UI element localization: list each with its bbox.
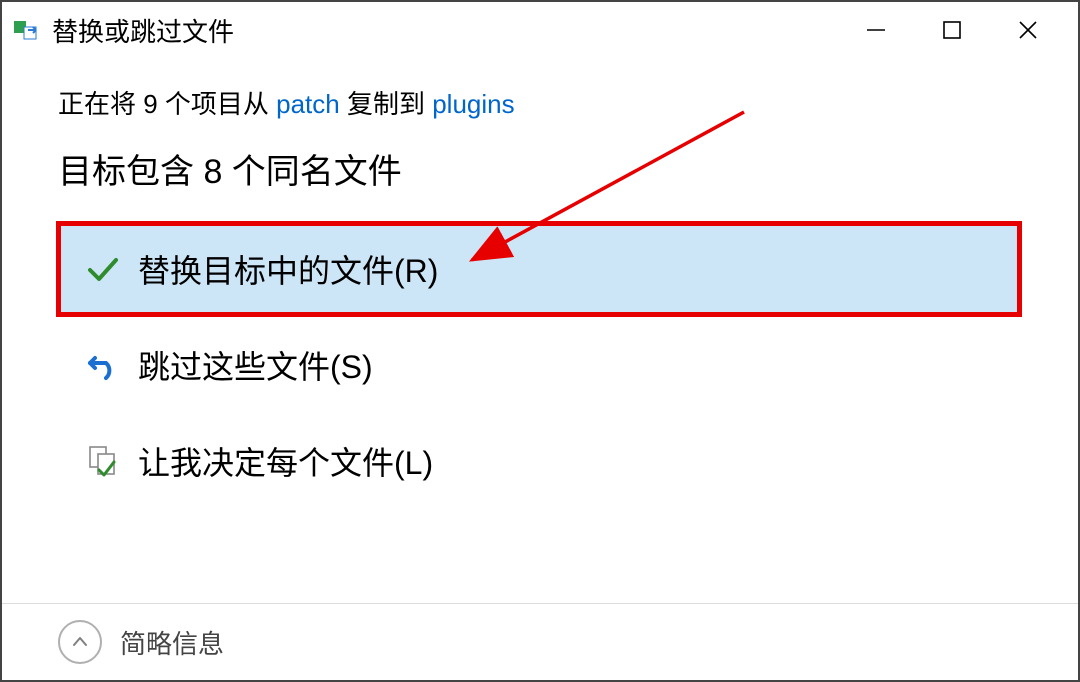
close-button[interactable] <box>1014 16 1042 44</box>
dialog-content: 正在将 9 个项目从 patch 复制到 plugins 目标包含 8 个同名文… <box>2 58 1078 509</box>
details-toggle[interactable] <box>58 620 102 664</box>
copy-progress-line: 正在将 9 个项目从 patch 复制到 plugins <box>58 86 1022 122</box>
window-controls <box>862 16 1070 44</box>
copy-conflict-icon <box>14 18 44 42</box>
dest-folder-link[interactable]: plugins <box>432 89 514 119</box>
minimize-button[interactable] <box>862 16 890 44</box>
dialog-window: 替换或跳过文件 正在将 9 个项目从 patch 复制到 plugins 目标包… <box>0 0 1080 682</box>
undo-icon <box>86 348 120 382</box>
conflict-message: 目标包含 8 个同名文件 <box>58 144 1022 193</box>
dialog-title: 替换或跳过文件 <box>52 12 862 49</box>
replace-option[interactable]: 替换目标中的文件(R) <box>56 221 1022 317</box>
skip-option[interactable]: 跳过这些文件(S) <box>56 317 1022 413</box>
dialog-footer: 简略信息 <box>2 603 1078 680</box>
copy-prefix: 正在将 9 个项目从 <box>58 89 276 119</box>
decide-option[interactable]: 让我决定每个文件(L) <box>56 413 1022 509</box>
source-folder-link[interactable]: patch <box>276 89 340 119</box>
compare-files-icon <box>86 444 120 478</box>
skip-option-label: 跳过这些文件(S) <box>138 342 373 388</box>
check-icon <box>86 252 120 286</box>
maximize-button[interactable] <box>938 16 966 44</box>
options-list: 替换目标中的文件(R) 跳过这些文件(S) <box>56 221 1022 509</box>
brief-info-label: 简略信息 <box>120 624 224 661</box>
copy-mid: 复制到 <box>340 89 432 119</box>
replace-option-label: 替换目标中的文件(R) <box>138 246 438 292</box>
decide-option-label: 让我决定每个文件(L) <box>138 438 433 484</box>
titlebar: 替换或跳过文件 <box>2 2 1078 58</box>
